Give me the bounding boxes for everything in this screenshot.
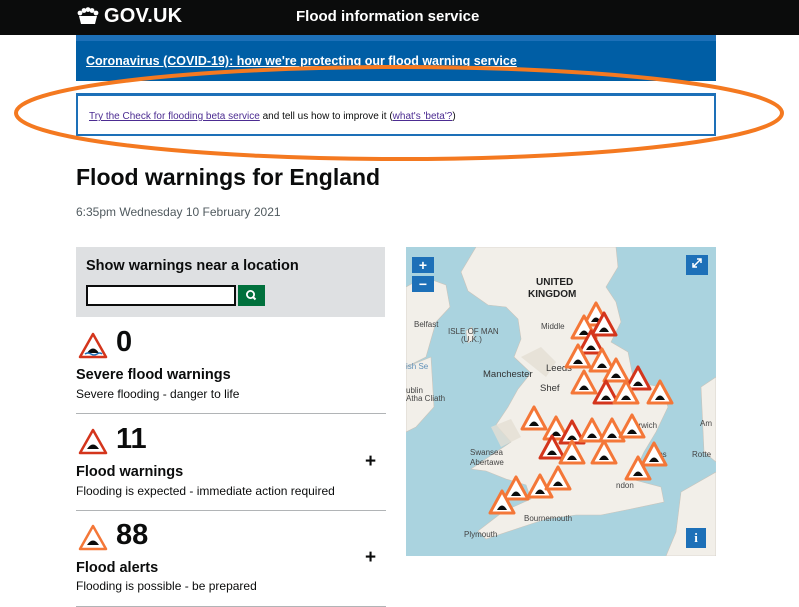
flood-warnings-row[interactable]: 11 Flood warnings Flooding is expected -… [76,414,386,511]
severe-warnings-count: 0 [116,326,133,358]
covid-link[interactable]: Coronavirus (COVID-19): how we're protec… [86,54,517,68]
beta-service-link[interactable]: Try the Check for flooding beta service [89,111,260,122]
beta-middle-text: and tell us how to improve it ( [259,111,393,122]
severe-warnings-description: Severe flooding - danger to life [76,387,240,401]
flood-alerts-count: 88 [116,519,149,551]
covid-banner: Coronavirus (COVID-19): how we're protec… [76,35,716,81]
zoom-out-button[interactable]: − [412,276,434,292]
expand-flood-warnings-button[interactable]: + [365,451,376,473]
beta-end-text: ) [452,111,456,122]
beta-banner-text: Try the Check for flooding beta service … [89,111,456,122]
flood-markers[interactable] [406,247,716,556]
flood-alerts-description: Flooding is possible - be prepared [76,579,257,593]
flood-warnings-description: Flooding is expected - immediate action … [76,484,335,498]
whats-beta-link[interactable]: what's 'beta'? [393,111,453,122]
flood-alert-icon [78,524,108,551]
flood-map[interactable]: UNITED KINGDOM Belfast ISLE OF MAN (U.K.… [406,247,716,556]
flood-alerts-label: Flood alerts [76,560,159,576]
severe-flood-warning-icon [78,332,108,359]
crown-logo-icon[interactable] [76,7,100,27]
fullscreen-icon [692,258,702,268]
search-button[interactable] [238,285,265,306]
zoom-in-button[interactable]: + [412,257,434,273]
location-search-panel: Show warnings near a location [76,247,385,317]
fullscreen-button[interactable] [686,255,708,275]
beta-banner: Try the Check for flooding beta service … [76,93,716,136]
flood-alerts-row[interactable]: 88 Flood alerts Flooding is possible - b… [76,511,386,607]
govuk-header: GOV.UK Flood information service [0,0,799,35]
flood-warning-icon [78,428,108,455]
severe-warnings-row: 0 Severe flood warnings Severe flooding … [76,318,386,414]
page-title: Flood warnings for England [76,164,381,190]
flood-warnings-count: 11 [116,423,147,455]
service-name[interactable]: Flood information service [296,8,479,25]
severe-warnings-label: Severe flood warnings [76,367,231,383]
search-icon [245,290,257,301]
banner-top-strip [76,35,716,41]
expand-flood-alerts-button[interactable]: + [365,547,376,569]
govuk-logo-text[interactable]: GOV.UK [104,5,182,28]
search-panel-title: Show warnings near a location [86,258,299,274]
map-info-button[interactable]: i [686,528,706,548]
location-search-input[interactable] [86,285,236,306]
timestamp: 6:35pm Wednesday 10 February 2021 [76,205,281,219]
flood-warnings-label: Flood warnings [76,464,184,480]
